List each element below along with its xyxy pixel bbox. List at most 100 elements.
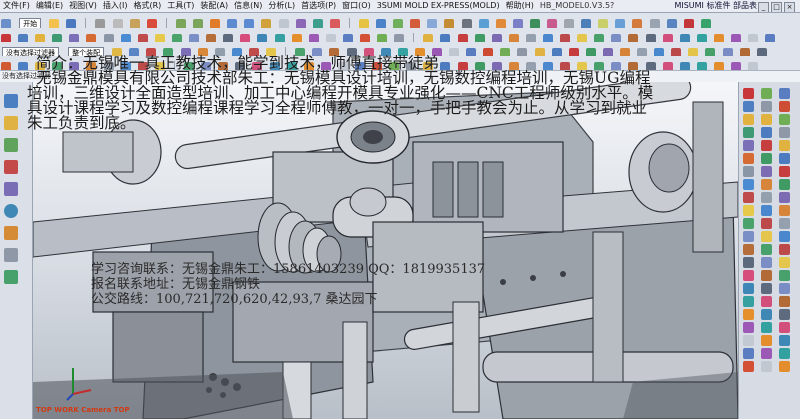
close-button[interactable]: ×: [784, 2, 795, 12]
blend-icon[interactable]: [295, 18, 306, 28]
palette-tool-icon[interactable]: [743, 205, 754, 216]
boss-icon[interactable]: [278, 18, 289, 28]
mold-assembly-model[interactable]: [33, 82, 738, 419]
misc-tool-icon[interactable]: [713, 61, 724, 70]
revolve-icon[interactable]: [244, 18, 255, 28]
extrude-icon[interactable]: [227, 18, 238, 28]
menu-format[interactable]: 格式(R): [130, 0, 164, 12]
zoom-icon[interactable]: [598, 18, 609, 28]
palette-tool-icon[interactable]: [761, 348, 772, 359]
palette-tool-icon[interactable]: [779, 270, 790, 281]
palette-tool-icon[interactable]: [779, 153, 790, 164]
palette-tool-icon[interactable]: [743, 231, 754, 242]
undo-icon[interactable]: [175, 18, 186, 28]
palette-tool-icon[interactable]: [743, 296, 754, 307]
palette-tool-icon[interactable]: [761, 231, 772, 242]
misc-tool-icon[interactable]: [748, 61, 759, 70]
save-icon[interactable]: [66, 18, 77, 28]
wireframe-icon[interactable]: [666, 18, 677, 28]
palette-tool-icon[interactable]: [779, 140, 790, 151]
palette-tool-icon[interactable]: [743, 244, 754, 255]
palette-tool-icon[interactable]: [779, 348, 790, 359]
cut-icon[interactable]: [95, 18, 106, 28]
palette-tool-icon[interactable]: [743, 348, 754, 359]
hole-icon[interactable]: [261, 18, 272, 28]
menu-file[interactable]: 文件(F): [0, 0, 33, 12]
assembly-navigator-icon[interactable]: [4, 94, 18, 108]
menu-insert[interactable]: 插入(I): [100, 0, 131, 12]
graphics-window[interactable]: 简介：无锡唯一真正教技术，能学到技术，师傅直接带徒弟 学习咨询联系：无锡金鼎朱工…: [33, 82, 738, 419]
palette-tool-icon[interactable]: [779, 296, 790, 307]
menu-edit[interactable]: 编辑(E): [33, 0, 66, 12]
palette-tool-icon[interactable]: [761, 114, 772, 125]
palette-tool-icon[interactable]: [761, 218, 772, 229]
palette-tool-icon[interactable]: [779, 192, 790, 203]
palette-tool-icon[interactable]: [779, 361, 790, 372]
palette-tool-icon[interactable]: [761, 296, 772, 307]
hd3d-tools-icon[interactable]: [4, 182, 18, 196]
palette-tool-icon[interactable]: [779, 322, 790, 333]
trim-body-icon[interactable]: [329, 18, 340, 28]
palette-tool-icon[interactable]: [779, 88, 790, 99]
menu-mold-express[interactable]: 3SUMI MOLD EX-PRESS(MOLD): [374, 0, 503, 12]
palette-tool-icon[interactable]: [761, 88, 772, 99]
hide-icon[interactable]: [683, 18, 694, 28]
unite-icon[interactable]: [393, 18, 404, 28]
palette-tool-icon[interactable]: [779, 166, 790, 177]
palette-tool-icon[interactable]: [761, 127, 772, 138]
palette-tool-icon[interactable]: [779, 101, 790, 112]
new-file-icon[interactable]: [1, 18, 11, 28]
palette-tool-icon[interactable]: [779, 218, 790, 229]
palette-tool-icon[interactable]: [743, 361, 754, 372]
minimize-button[interactable]: _: [758, 2, 769, 12]
subtract-icon[interactable]: [410, 18, 421, 28]
offset-face-icon[interactable]: [461, 18, 472, 28]
palette-tool-icon[interactable]: [743, 192, 754, 203]
shell-icon[interactable]: [444, 18, 455, 28]
pan-icon[interactable]: [632, 18, 643, 28]
palette-tool-icon[interactable]: [743, 283, 754, 294]
copy-icon[interactable]: [112, 18, 123, 28]
paste-icon[interactable]: [129, 18, 140, 28]
web-browser-icon[interactable]: [4, 204, 18, 218]
palette-tool-icon[interactable]: [761, 244, 772, 255]
misc-tool-icon[interactable]: [696, 61, 707, 70]
rotate-icon[interactable]: [615, 18, 626, 28]
menu-preferences[interactable]: 首选项(P): [298, 0, 339, 12]
delete-icon[interactable]: [146, 18, 157, 28]
menu-help[interactable]: 帮助(H): [503, 0, 537, 12]
palette-tool-icon[interactable]: [779, 335, 790, 346]
palette-tool-icon[interactable]: [779, 114, 790, 125]
palette-tool-icon[interactable]: [743, 322, 754, 333]
analysis-icon[interactable]: [529, 18, 540, 28]
palette-tool-icon[interactable]: [779, 257, 790, 268]
palette-tool-icon[interactable]: [743, 153, 754, 164]
maximize-button[interactable]: □: [771, 2, 782, 12]
palette-tool-icon[interactable]: [761, 153, 772, 164]
palette-tool-icon[interactable]: [779, 179, 790, 190]
roles-icon[interactable]: [4, 270, 18, 284]
line-icon[interactable]: [18, 61, 29, 70]
palette-tool-icon[interactable]: [761, 283, 772, 294]
palette-tool-icon[interactable]: [761, 101, 772, 112]
measure-icon[interactable]: [478, 18, 489, 28]
menu-info[interactable]: 信息(N): [231, 0, 265, 12]
chamfer-icon[interactable]: [312, 18, 323, 28]
palette-tool-icon[interactable]: [779, 309, 790, 320]
misc-tool-icon[interactable]: [662, 61, 673, 70]
palette-tool-icon[interactable]: [743, 179, 754, 190]
reuse-library-icon[interactable]: [4, 160, 18, 174]
palette-tool-icon[interactable]: [761, 257, 772, 268]
palette-tool-icon[interactable]: [779, 244, 790, 255]
menu-window[interactable]: 窗口(O): [339, 0, 374, 12]
pattern-icon[interactable]: [358, 18, 369, 28]
palette-tool-icon[interactable]: [743, 101, 754, 112]
palette-tool-icon[interactable]: [761, 166, 772, 177]
menu-assembly[interactable]: 装配(A): [197, 0, 231, 12]
palette-tool-icon[interactable]: [761, 270, 772, 281]
palette-tool-icon[interactable]: [743, 270, 754, 281]
palette-tool-icon[interactable]: [743, 309, 754, 320]
palette-tool-icon[interactable]: [743, 218, 754, 229]
system-materials-icon[interactable]: [4, 248, 18, 262]
palette-tool-icon[interactable]: [779, 205, 790, 216]
